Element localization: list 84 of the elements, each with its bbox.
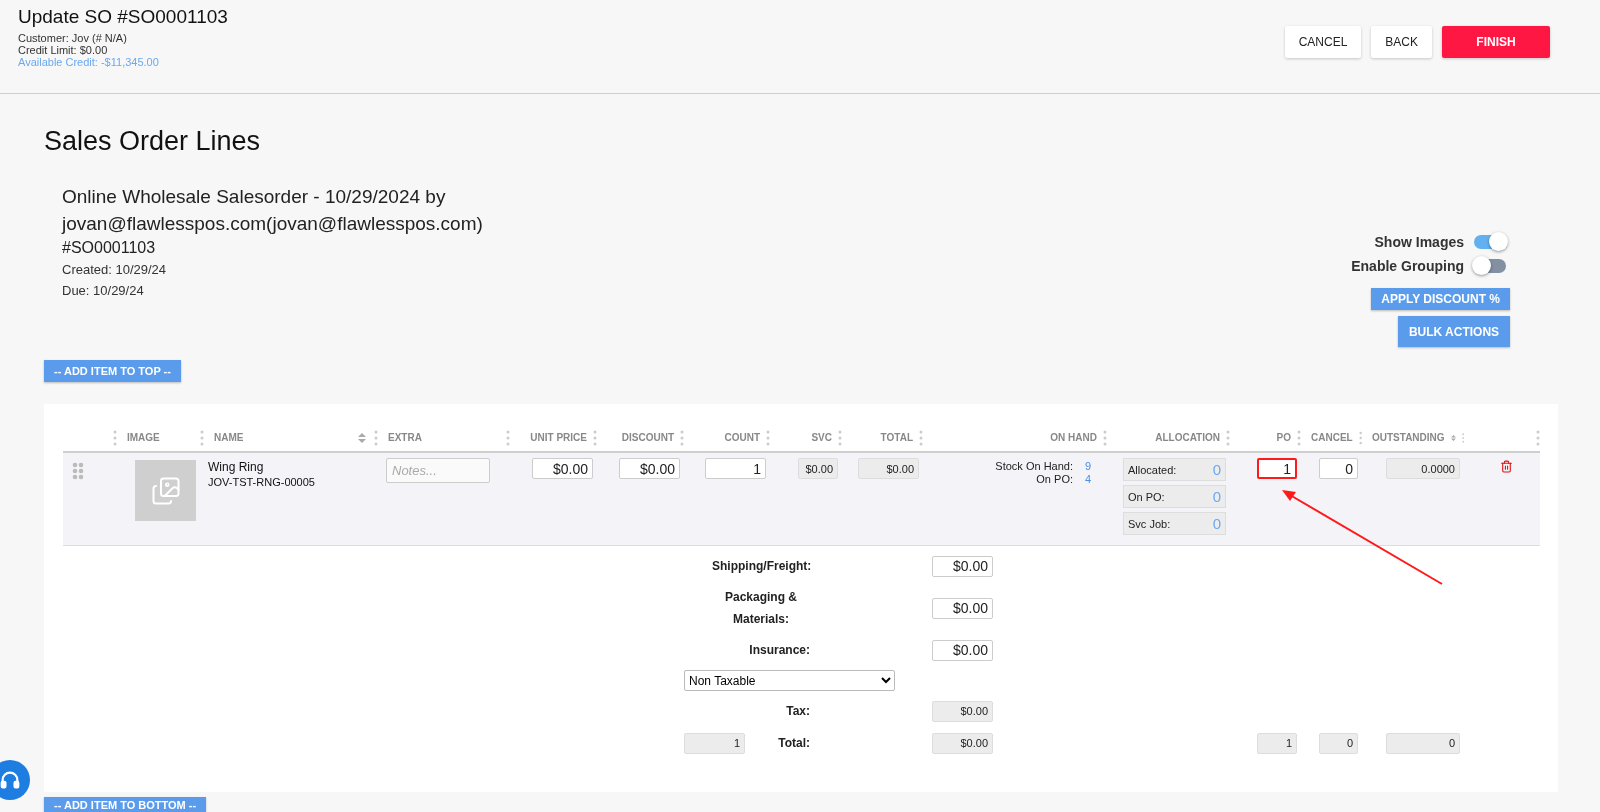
column-header[interactable]: DISCOUNT	[621, 432, 674, 443]
column-header[interactable]: PO	[1276, 432, 1291, 443]
available-credit-text: Available Credit: -$11,345.00	[18, 56, 160, 68]
column-handle-icon[interactable]	[1226, 429, 1230, 446]
toggle-switch[interactable]	[1474, 234, 1506, 249]
toggle-label: Show Images	[1374, 233, 1464, 250]
due-date: Due: 10/29/24	[62, 282, 145, 300]
outstanding-field[interactable]: 0.0000	[1386, 458, 1460, 479]
customer-text: Customer: Jov (# N/A)	[18, 32, 128, 44]
unit-price-field[interactable]: $0.00	[532, 458, 593, 479]
sort-icon[interactable]	[1450, 432, 1456, 443]
item-name: Wing Ring	[208, 460, 264, 474]
column-handle-icon[interactable]	[1297, 429, 1301, 446]
total-outstanding-field[interactable]: 0	[1386, 732, 1460, 754]
column-header[interactable]: NAME	[214, 432, 244, 443]
allocation-label: On PO:	[1128, 490, 1165, 503]
column-handle-icon[interactable]	[113, 429, 117, 446]
order-number: #SO0001103	[62, 238, 157, 258]
created-date: Created: 10/29/24	[62, 261, 168, 279]
credit-limit-text: Credit Limit: $0.00	[18, 44, 109, 56]
column-header[interactable]: SVC	[811, 432, 832, 443]
column-header[interactable]: OUTSTANDING	[1372, 432, 1445, 443]
charge-label: Shipping/Freight:	[712, 558, 813, 575]
toggle-label: Enable Grouping	[1351, 257, 1464, 274]
tax-label: Tax:	[786, 703, 811, 720]
sort-icon[interactable]	[358, 432, 366, 443]
headset-icon	[0, 769, 21, 791]
help-button[interactable]	[0, 760, 30, 800]
tax-select[interactable]: Non Taxable	[684, 670, 895, 691]
tax-field[interactable]: $0.00	[932, 700, 993, 722]
toggle-switch[interactable]	[1474, 258, 1506, 273]
column-handle-icon[interactable]	[1358, 429, 1362, 446]
allocation-value: 0	[1212, 461, 1221, 478]
on-hand-label: On PO:	[1035, 473, 1073, 485]
column-handle-icon[interactable]	[593, 429, 597, 446]
column-handle-icon[interactable]	[506, 429, 510, 446]
total-label: Total:	[778, 735, 811, 752]
svc-field[interactable]: $0.00	[798, 458, 838, 479]
order-heading: Online Wholesale Salesorder - 10/29/2024 by jovan@flawlesspos.com(jovan@flawlesspos.com)	[62, 185, 484, 236]
finish-button[interactable]: FINISH	[1442, 26, 1550, 58]
on-hand-label: Stock On Hand:	[995, 460, 1073, 472]
charge-label: Packaging & Materials:	[724, 589, 798, 628]
cancel-field[interactable]: 0	[1319, 458, 1358, 479]
delete-icon[interactable]	[1500, 460, 1513, 473]
column-header[interactable]: UNIT PRICE	[530, 432, 587, 443]
grand-total-field[interactable]: $0.00	[932, 732, 993, 754]
total-field[interactable]: $0.00	[858, 458, 919, 479]
column-handle-icon[interactable]	[680, 429, 684, 446]
allocation-label: Allocated:	[1128, 463, 1177, 476]
charge-field[interactable]: $0.00	[932, 555, 993, 577]
page-title: Update SO #SO0001103	[18, 6, 228, 28]
total-po-field[interactable]: 1	[1257, 732, 1297, 754]
column-handle-icon[interactable]	[919, 429, 923, 446]
column-handle-icon[interactable]	[1103, 429, 1107, 446]
column-handle-icon[interactable]	[766, 429, 770, 446]
notes-field[interactable]: Notes...	[386, 458, 490, 483]
allocation-value: 0	[1212, 515, 1221, 532]
discount-field[interactable]: $0.00	[619, 458, 680, 479]
allocation-value: 0	[1212, 488, 1221, 505]
column-handle-icon[interactable]	[374, 429, 378, 446]
column-header[interactable]: ON HAND	[1050, 432, 1097, 443]
charge-field[interactable]: $0.00	[932, 597, 993, 619]
column-header[interactable]: CANCEL	[1311, 432, 1353, 443]
charge-field[interactable]: $0.00	[932, 639, 993, 661]
charge-label: Insurance:	[749, 642, 811, 659]
column-header[interactable]: TOTAL	[880, 432, 913, 443]
column-handle-icon[interactable]	[838, 429, 842, 446]
header-button[interactable]: CANCEL	[1284, 26, 1362, 58]
column-header[interactable]: IMAGE	[127, 432, 160, 443]
po-field[interactable]: 1	[1257, 458, 1297, 479]
header-button[interactable]: BACK	[1371, 26, 1432, 58]
image-icon	[150, 475, 181, 506]
drag-handle-icon[interactable]	[72, 462, 84, 480]
column-header[interactable]: EXTRA	[388, 432, 422, 443]
column-header[interactable]: ALLOCATION	[1155, 432, 1220, 443]
column-header[interactable]: COUNT	[724, 432, 760, 443]
item-sku: JOV-TST-RNG-00005	[208, 476, 315, 488]
count-field[interactable]: 1	[705, 458, 766, 479]
allocation-label: Svc Job:	[1128, 517, 1171, 530]
total-count-field[interactable]: 1	[684, 732, 745, 754]
column-handle-icon[interactable]	[200, 429, 204, 446]
total-cancel-field[interactable]: 0	[1319, 732, 1358, 754]
column-handle-icon[interactable]	[1536, 429, 1540, 446]
section-title: Sales Order Lines	[44, 126, 262, 157]
